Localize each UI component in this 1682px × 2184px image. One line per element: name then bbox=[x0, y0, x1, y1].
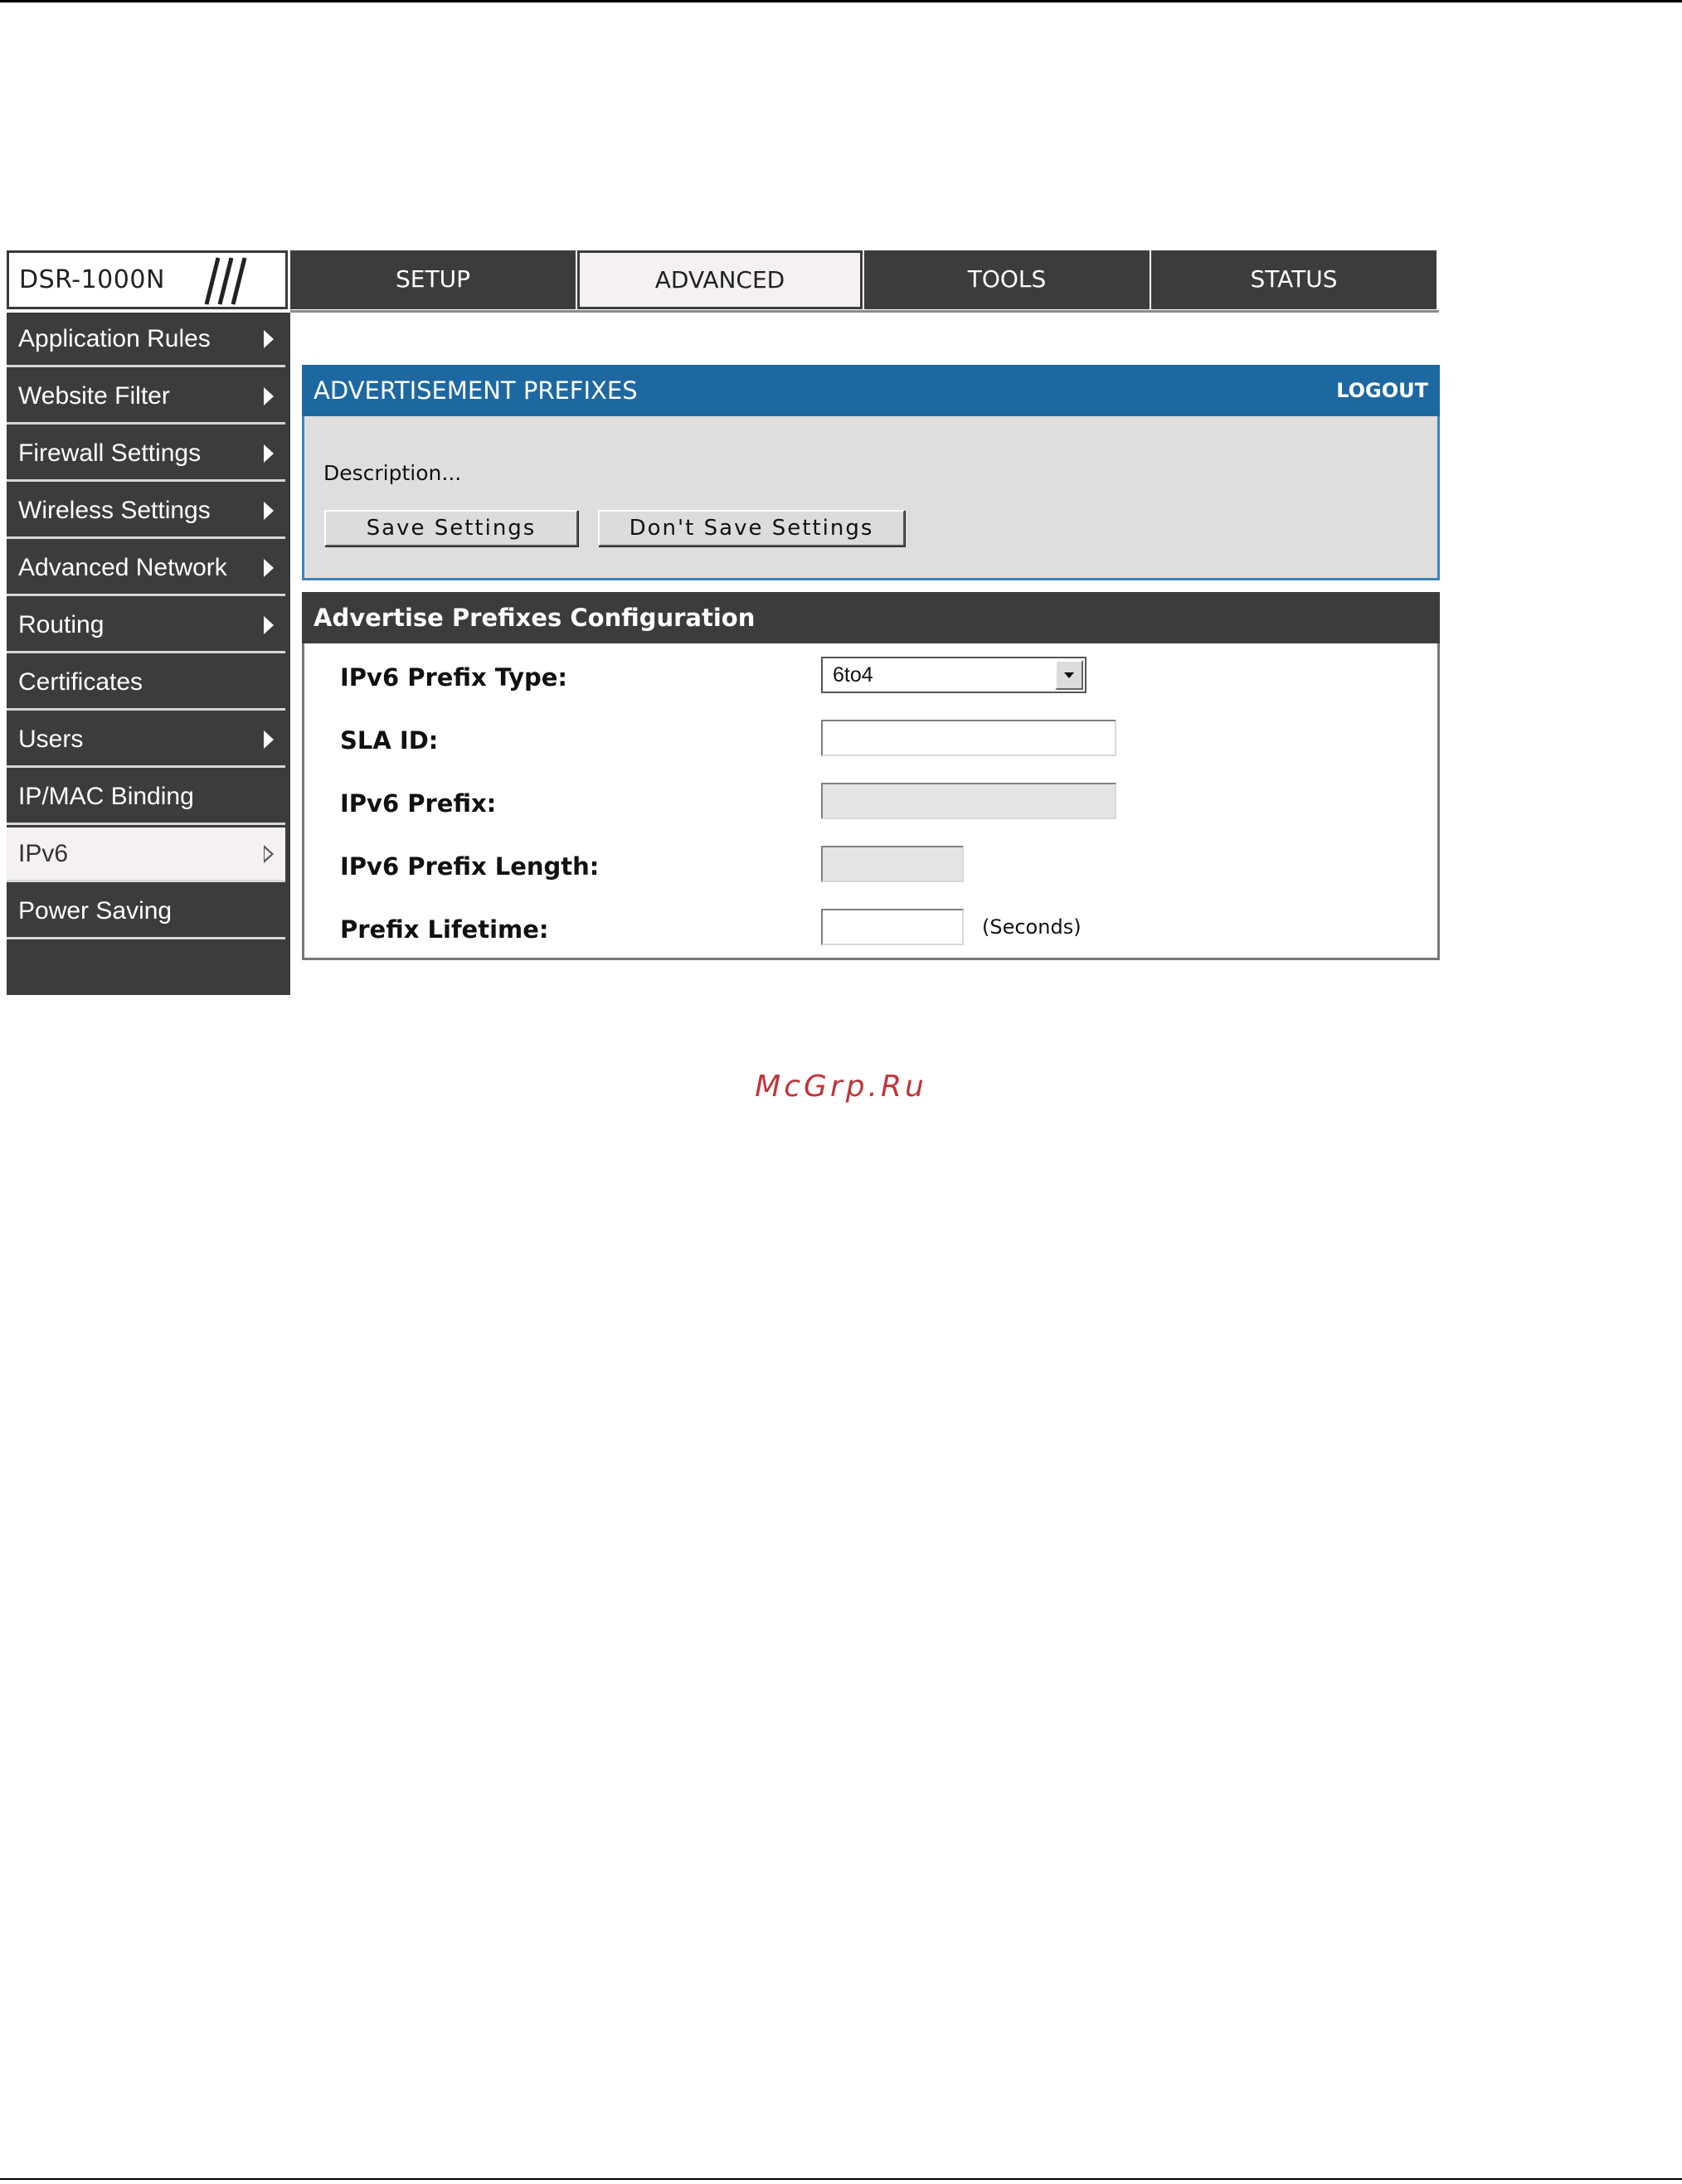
arrow-right-icon bbox=[264, 387, 274, 405]
sidebar-item-label: Application Rules bbox=[18, 324, 211, 352]
sidebar-item-label: Advanced Network bbox=[18, 553, 227, 581]
config-form: IPv6 Prefix Type: 6to4 SLA ID: IPv6 Pref… bbox=[302, 643, 1440, 960]
sidebar-item-website-filter[interactable]: Website Filter bbox=[7, 370, 285, 425]
sidebar-item-wireless-settings[interactable]: Wireless Settings bbox=[7, 484, 285, 539]
sidebar-item-certificates[interactable]: Certificates bbox=[7, 656, 285, 711]
lifetime-unit-label: (Seconds) bbox=[982, 915, 1082, 939]
sidebar-item-ip-mac-binding[interactable]: IP/MAC Binding bbox=[7, 770, 285, 825]
arrow-right-icon bbox=[264, 616, 274, 634]
sidebar-item-firewall-settings[interactable]: Firewall Settings bbox=[7, 427, 285, 482]
ipv6-prefix-label: IPv6 Prefix: bbox=[340, 789, 497, 818]
chevron-down-icon[interactable] bbox=[1055, 660, 1083, 690]
ipv6-prefix-input bbox=[821, 783, 1116, 819]
sidebar-item-label: Website Filter bbox=[18, 381, 170, 410]
prefix-length-label: IPv6 Prefix Length: bbox=[340, 852, 600, 881]
sidebar-item-label: Wireless Settings bbox=[18, 496, 211, 524]
save-settings-button[interactable]: Save Settings bbox=[324, 510, 578, 546]
arrow-right-icon bbox=[264, 502, 274, 520]
arrow-right-icon bbox=[264, 330, 274, 348]
panel-header: ADVERTISEMENT PREFIXES LOGOUT bbox=[302, 365, 1440, 416]
triple-slash-icon bbox=[204, 257, 247, 305]
tab-setup[interactable]: SETUP bbox=[290, 250, 576, 309]
prefix-type-label: IPv6 Prefix Type: bbox=[340, 663, 568, 692]
prefix-lifetime-label: Prefix Lifetime: bbox=[340, 915, 549, 944]
prefix-type-selected-value: 6to4 bbox=[833, 663, 873, 687]
brand-name: DSR-1000N bbox=[19, 265, 165, 294]
arrow-right-icon bbox=[264, 444, 274, 463]
sidebar-item-label: IPv6 bbox=[18, 839, 69, 867]
sidebar-item-routing[interactable]: Routing bbox=[7, 599, 285, 653]
brand-logo: DSR-1000N bbox=[7, 250, 288, 309]
dont-save-settings-button[interactable]: Don't Save Settings bbox=[598, 510, 905, 546]
tab-advanced[interactable]: ADVANCED bbox=[577, 250, 863, 309]
sidebar-item-label: Routing bbox=[18, 610, 105, 638]
sidebar-item-power-saving[interactable]: Power Saving bbox=[7, 885, 285, 939]
logout-link[interactable]: LOGOUT bbox=[1336, 379, 1428, 402]
tab-tools[interactable]: TOOLS bbox=[864, 250, 1150, 309]
arrow-right-icon bbox=[264, 730, 274, 749]
panel-body: Description... Save Settings Don't Save … bbox=[302, 416, 1440, 580]
sidebar-item-label: Firewall Settings bbox=[18, 439, 202, 467]
sidebar-item-users[interactable]: Users bbox=[7, 713, 285, 768]
sidebar-item-application-rules[interactable]: Application Rules bbox=[7, 313, 285, 367]
page-bottom-rule bbox=[0, 2178, 1682, 2180]
sidebar: Application Rules Website Filter Firewal… bbox=[7, 313, 290, 995]
sidebar-item-label: Power Saving bbox=[18, 896, 173, 925]
section-title: Advertise Prefixes Configuration bbox=[302, 592, 1440, 643]
sidebar-item-advanced-network[interactable]: Advanced Network bbox=[7, 541, 285, 596]
prefix-lifetime-input[interactable] bbox=[821, 909, 964, 945]
tab-status[interactable]: STATUS bbox=[1151, 250, 1437, 309]
page-top-rule bbox=[0, 0, 1682, 2]
top-navigation: SETUP ADVANCED TOOLS STATUS bbox=[290, 250, 1439, 312]
watermark-text: McGrp.Ru bbox=[755, 1070, 927, 1104]
sidebar-item-label: Certificates bbox=[18, 667, 143, 696]
topnav-divider bbox=[290, 310, 1439, 313]
description-text: Description... bbox=[323, 461, 462, 485]
sla-id-input[interactable] bbox=[821, 720, 1116, 756]
prefix-type-select[interactable]: 6to4 bbox=[821, 657, 1086, 693]
sla-id-label: SLA ID: bbox=[340, 726, 439, 755]
prefix-length-input bbox=[821, 846, 964, 882]
sidebar-item-label: IP/MAC Binding bbox=[18, 782, 194, 810]
page-title: ADVERTISEMENT PREFIXES bbox=[314, 376, 638, 405]
arrow-right-outline-icon bbox=[264, 845, 274, 863]
router-admin-app: DSR-1000N SETUP ADVANCED TOOLS STATUS Ap… bbox=[7, 250, 1440, 995]
arrow-right-icon bbox=[264, 559, 274, 577]
sidebar-item-ipv6[interactable]: IPv6 bbox=[7, 827, 285, 882]
sidebar-item-label: Users bbox=[18, 725, 84, 753]
